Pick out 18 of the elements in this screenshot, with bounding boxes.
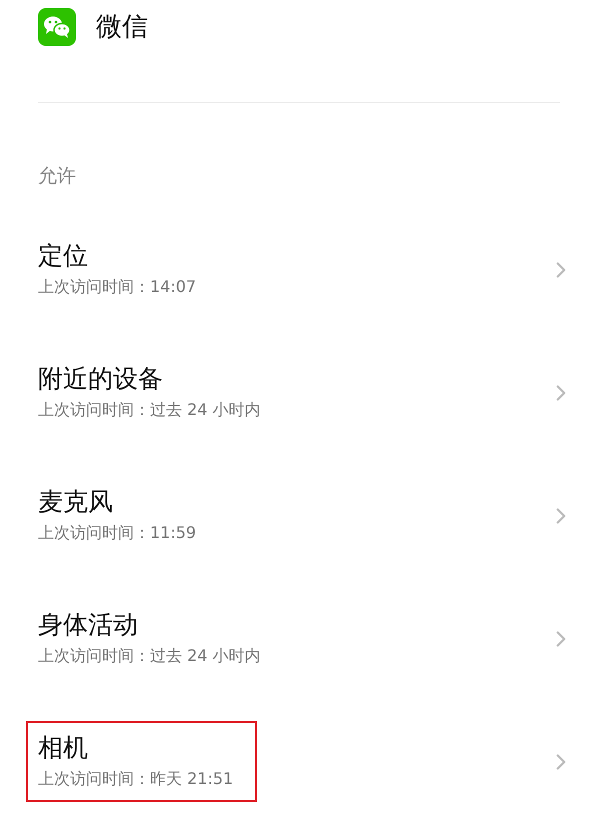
permission-item[interactable]: 定位 上次访问时间：14:07 <box>24 208 574 331</box>
last-access-text: 上次访问时间：11:59 <box>38 523 196 543</box>
permission-item[interactable]: 身体活动 上次访问时间：过去 24 小时内 <box>24 577 574 700</box>
permission-title: 麦克风 <box>38 488 114 516</box>
last-access-text: 上次访问时间：14:07 <box>38 277 196 297</box>
section-label: 允许 <box>38 164 76 189</box>
app-name: 微信 <box>96 10 148 44</box>
permission-item[interactable]: 相机 上次访问时间：昨天 21:51 <box>24 700 574 823</box>
last-access-text: 上次访问时间：昨天 21:51 <box>38 769 234 789</box>
permission-title: 相机 <box>38 734 89 762</box>
permission-title: 定位 <box>38 242 89 270</box>
last-access-text: 上次访问时间：过去 24 小时内 <box>38 646 261 666</box>
permission-title: 身体活动 <box>38 611 139 639</box>
last-access-text: 上次访问时间：过去 24 小时内 <box>38 400 261 420</box>
chat-app-icon <box>38 8 76 46</box>
permission-title: 附近的设备 <box>38 365 164 393</box>
permission-item[interactable]: 麦克风 上次访问时间：11:59 <box>24 454 574 577</box>
permission-item[interactable]: 附近的设备 上次访问时间：过去 24 小时内 <box>24 331 574 454</box>
